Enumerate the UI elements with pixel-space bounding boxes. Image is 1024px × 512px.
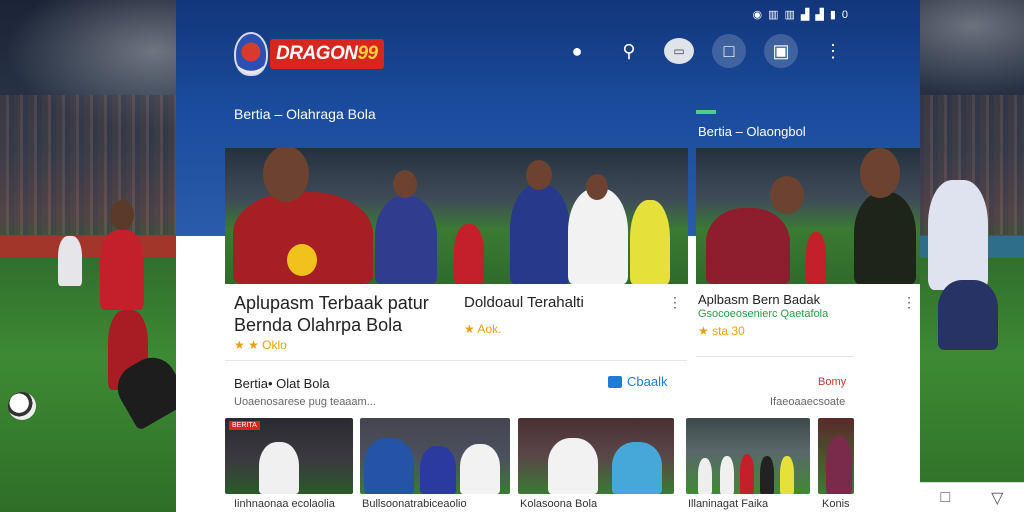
news-thumbnail[interactable] — [518, 418, 674, 494]
accent-line — [696, 110, 716, 114]
news-app-window: ◉ ▥ ▥ ▟ ▟ ▮ 0 DRAGON99 ● ⚲ ▭ □ ▣ ⋮ Berti… — [176, 0, 920, 512]
player-figure — [460, 444, 500, 494]
ad-board-left — [0, 236, 176, 258]
thumbnail-tag: BERITA — [229, 421, 260, 430]
news-thumbnail[interactable]: BERITA — [225, 418, 353, 494]
news-section-subtitle: Uoaenosarese pug teaaam... — [234, 396, 376, 408]
player-figure — [706, 208, 790, 284]
bottom-actions: □ ▽ — [920, 482, 1024, 512]
more-vert-icon[interactable]: ⋮ — [668, 294, 682, 311]
player-figure — [375, 196, 437, 284]
filter-icon[interactable]: ▽ — [991, 488, 1003, 508]
player-head — [860, 148, 900, 198]
headline-line[interactable]: Aplupasm Terbaak patur — [234, 292, 429, 314]
player-figure — [100, 230, 144, 310]
player-figure — [510, 184, 570, 284]
thumbnail-caption[interactable]: Iinhnaonaa ecolaolia — [234, 498, 335, 510]
player-head — [586, 174, 608, 200]
battery-icon: ▮ — [829, 9, 836, 21]
divider — [225, 360, 687, 361]
news-right-label[interactable]: Bomy — [818, 376, 846, 388]
more-vert-icon[interactable]: ⋮ — [902, 294, 916, 311]
shirt-number — [287, 244, 317, 276]
news-thumbnail[interactable] — [360, 418, 510, 494]
brand-wordmark: DRAGON99 — [270, 39, 384, 69]
player-figure — [826, 436, 852, 494]
player-head — [393, 170, 417, 198]
rating: ★ Aok. — [464, 322, 502, 336]
card-title[interactable]: Aplbasm Bern Badak — [698, 292, 820, 307]
shield-icon — [234, 32, 268, 76]
player-head — [526, 160, 552, 190]
profile-icon[interactable]: ▣ — [764, 34, 798, 68]
player-figure — [928, 180, 988, 290]
brand-logo[interactable]: DRAGON99 — [234, 32, 384, 76]
more-vert-icon[interactable]: ⋮ — [816, 34, 850, 68]
thumbnail-caption[interactable]: Konis — [822, 498, 850, 510]
player-figure — [58, 236, 82, 286]
player-figure — [548, 438, 598, 494]
eye-icon: ◉ — [752, 9, 763, 21]
signal-icon: ▟ — [815, 9, 824, 21]
thumbnail-caption[interactable]: Kolasoona Bola — [520, 498, 597, 510]
sim-icon: ▥ — [768, 9, 779, 21]
bookmark-icon[interactable]: □ — [712, 34, 746, 68]
player-head — [263, 148, 309, 202]
news-thumbnail[interactable] — [818, 418, 854, 494]
rating: ★ sta 30 — [698, 324, 745, 338]
grid-icon — [608, 375, 622, 388]
see-all-link[interactable]: Cbaalk — [608, 374, 667, 389]
player-figure — [806, 232, 826, 284]
headline-line[interactable]: Bernda Olahrpa Bola — [234, 314, 402, 336]
player-figure — [454, 224, 484, 284]
card-title[interactable]: Doldoaul Terahalti — [464, 294, 584, 311]
header-actions: ● ⚲ ▭ □ ▣ ⋮ — [560, 34, 850, 68]
section-title: Bertia – Olahraga Bola — [234, 106, 376, 122]
football-icon — [8, 392, 36, 420]
player-figure — [780, 456, 794, 494]
player-head — [770, 176, 804, 214]
player-figure — [612, 442, 662, 494]
player-figure — [760, 456, 774, 494]
player-figure — [698, 458, 712, 494]
search-icon[interactable]: ⚲ — [612, 34, 646, 68]
rating: ★ ★ Oklo — [234, 338, 287, 352]
player-figure — [740, 454, 754, 494]
player-figure — [364, 438, 414, 494]
player-figure — [259, 442, 299, 494]
section-title-right: Bertia – Olaongbol — [698, 124, 806, 139]
status-bar: ◉ ▥ ▥ ▟ ▟ ▮ 0 — [752, 8, 848, 22]
thumbnail-caption[interactable]: Illaninagat Faika — [688, 498, 768, 510]
search-icon[interactable]: ● — [560, 34, 594, 68]
chat-icon[interactable]: □ — [941, 489, 951, 507]
player-figure — [420, 446, 456, 494]
player-head — [110, 200, 134, 230]
battery-text: 0 — [841, 8, 848, 21]
hero-image[interactable] — [854, 148, 920, 284]
thumbnail-caption[interactable]: Bullsoonatrabiceaolio — [362, 498, 467, 510]
divider — [696, 356, 854, 357]
player-figure — [854, 192, 916, 284]
card-subtitle: Gsocoeosenierc Qaetafola — [698, 308, 829, 320]
player-figure — [630, 200, 670, 284]
hero-image[interactable] — [450, 148, 688, 284]
player-shorts — [938, 280, 998, 350]
sim-icon: ▥ — [784, 9, 795, 21]
news-section-title: Bertia• Olat Bola — [234, 376, 330, 391]
news-right-sub: Ifaeoaaecsoate — [770, 396, 846, 408]
hero-image[interactable] — [696, 148, 854, 284]
chat-icon[interactable]: ▭ — [664, 38, 694, 64]
player-figure — [720, 456, 734, 494]
hero-image[interactable] — [225, 148, 450, 284]
news-thumbnail[interactable] — [686, 418, 810, 494]
signal-icon: ▟ — [800, 9, 810, 21]
player-figure — [568, 188, 628, 284]
